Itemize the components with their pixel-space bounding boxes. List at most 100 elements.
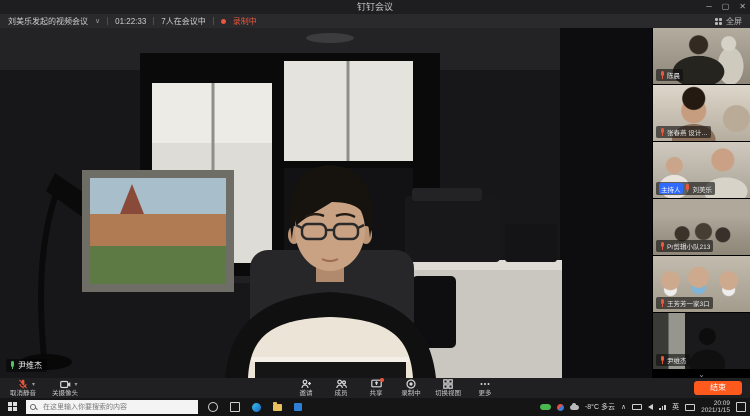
participant-tile[interactable]: 王芳芳一家3口 (653, 256, 750, 312)
mic-muted-icon (659, 299, 665, 308)
edge-browser-icon[interactable] (252, 403, 261, 412)
fullscreen-icon (715, 18, 722, 25)
notification-dot-icon (380, 378, 384, 382)
members-button[interactable]: 成员 (330, 379, 352, 397)
speaker-name: 尹维杰 (18, 360, 42, 371)
recording-status: 录制中 (233, 16, 257, 27)
participant-name: 王芳芳一家3口 (667, 298, 710, 308)
network-icon[interactable] (659, 405, 666, 410)
tray-app-icon[interactable] (557, 404, 564, 411)
recording-dot-icon (221, 19, 226, 24)
fullscreen-label: 全屏 (726, 16, 742, 27)
maximize-button[interactable]: ▢ (722, 0, 730, 14)
participant-name: 张春燕 设计… (667, 127, 708, 137)
weather-cloud-icon[interactable] (570, 405, 579, 410)
divider (213, 17, 214, 25)
keyboard-icon[interactable] (685, 404, 695, 411)
toolbar-center-group: 邀请 成员 (295, 379, 496, 397)
participant-label: 张春燕 设计… (656, 126, 711, 138)
participant-label: 王芳芳一家3口 (656, 297, 713, 309)
windows-taskbar: -8°C 多云 ∧ 英 20:09 2021/1/15 (0, 398, 750, 416)
taskbar-search[interactable] (26, 400, 198, 414)
participant-tile-self[interactable]: 尹维杰 (653, 313, 750, 369)
mic-muted-icon (659, 356, 665, 365)
main-video-feed: 尹维杰 (0, 28, 652, 378)
mic-muted-icon (659, 71, 665, 80)
mic-muted-icon (659, 242, 665, 251)
volume-icon[interactable] (648, 404, 653, 410)
toolbar-left-group: ▾ 取消静音 ▾ 关摄像头 (10, 379, 78, 397)
participant-sidebar: 陈晨 张春燕 设计… 主持人 刘美乐 Pr剪辑小队213 (653, 28, 750, 378)
invite-button[interactable]: 邀请 (295, 379, 317, 397)
unmute-button[interactable]: ▾ 取消静音 (10, 379, 36, 397)
participant-name: 尹维杰 (667, 355, 687, 365)
more-dots-icon (479, 379, 491, 389)
start-button[interactable] (8, 402, 18, 412)
mic-off-icon: ▾ (18, 379, 28, 389)
meeting-timer: 01:22:33 (115, 17, 146, 26)
clock-date: 2021/1/15 (701, 407, 730, 414)
ime-indicator[interactable]: 英 (672, 402, 679, 412)
camera-icon: ▾ (60, 379, 71, 389)
weather-text[interactable]: -8°C 多云 (585, 402, 615, 412)
battery-icon[interactable] (632, 404, 642, 410)
chevron-down-icon[interactable]: ∨ (95, 17, 100, 25)
participant-tile[interactable]: Pr剪辑小队213 (653, 199, 750, 255)
more-button[interactable]: 更多 (474, 379, 496, 397)
divider (107, 17, 108, 25)
switch-view-button[interactable]: 切换视图 (435, 379, 461, 397)
participant-count: 7人在会议中 (161, 16, 205, 27)
search-input[interactable] (41, 403, 194, 412)
close-button[interactable]: ✕ (739, 0, 746, 14)
file-explorer-icon[interactable] (273, 404, 282, 411)
status-green-icon[interactable] (540, 404, 551, 410)
camera-off-button[interactable]: ▾ 关摄像头 (52, 379, 78, 397)
action-center-icon[interactable] (736, 402, 746, 412)
share-screen-button[interactable]: 共享 (365, 379, 387, 397)
taskbar-app-icons (208, 402, 302, 412)
tray-expand-chevron[interactable]: ∧ (621, 403, 626, 411)
record-icon (406, 379, 416, 389)
window-controls: ─ ▢ ✕ (706, 0, 746, 14)
layout-grid-icon (443, 379, 453, 389)
title-bar: 钉钉会议 ─ ▢ ✕ (0, 0, 750, 14)
participant-name: 刘美乐 (693, 184, 713, 194)
speaker-video-scene (0, 28, 652, 378)
chevron-down-icon[interactable]: ▾ (32, 381, 35, 388)
host-badge: 主持人 (659, 183, 683, 194)
cortana-icon[interactable] (208, 402, 218, 412)
participant-label: 陈晨 (656, 69, 683, 81)
clock-time: 20:09 (714, 400, 730, 407)
speaker-name-label: 尹维杰 (6, 359, 47, 372)
participant-tile[interactable]: 陈晨 (653, 28, 750, 84)
members-icon (336, 379, 347, 389)
system-tray: -8°C 多云 ∧ 英 20:09 2021/1/15 (540, 400, 750, 414)
fullscreen-control[interactable]: 全屏 (715, 16, 742, 27)
divider (153, 17, 154, 25)
chevron-down-icon[interactable]: ▾ (74, 381, 77, 388)
app-title: 钉钉会议 (357, 2, 393, 12)
participant-name: 陈晨 (667, 70, 680, 80)
participant-tile[interactable]: 主持人 刘美乐 (653, 142, 750, 198)
participant-label: Pr剪辑小队213 (656, 240, 713, 252)
mic-muted-icon (685, 184, 691, 193)
store-icon[interactable] (294, 403, 302, 411)
meeting-toolbar: ▾ 取消静音 ▾ 关摄像头 (0, 378, 750, 398)
participant-tile[interactable]: 张春燕 设计… (653, 85, 750, 141)
recording-button[interactable]: 录制中 (400, 379, 422, 397)
participant-label: 尹维杰 (656, 354, 690, 366)
participant-name: Pr剪辑小队213 (667, 241, 710, 251)
task-view-icon[interactable] (230, 402, 240, 412)
mic-on-icon (9, 361, 15, 370)
meeting-info-bar: 刘美乐发起的视频会议 ∨ 01:22:33 7人在会议中 录制中 全屏 (0, 14, 750, 28)
search-icon (30, 404, 37, 411)
end-meeting-button[interactable]: 结束 (694, 381, 742, 395)
participant-label: 主持人 刘美乐 (656, 182, 715, 195)
share-screen-icon (371, 379, 382, 389)
taskbar-clock[interactable]: 20:09 2021/1/15 (701, 400, 730, 414)
mic-muted-icon (659, 128, 665, 137)
minimize-button[interactable]: ─ (706, 0, 712, 14)
dingtalk-meeting-window: 钉钉会议 ─ ▢ ✕ 刘美乐发起的视频会议 ∨ 01:22:33 7人在会议中 … (0, 0, 750, 416)
meeting-name[interactable]: 刘美乐发起的视频会议 (8, 16, 88, 27)
invite-person-icon (301, 379, 311, 389)
